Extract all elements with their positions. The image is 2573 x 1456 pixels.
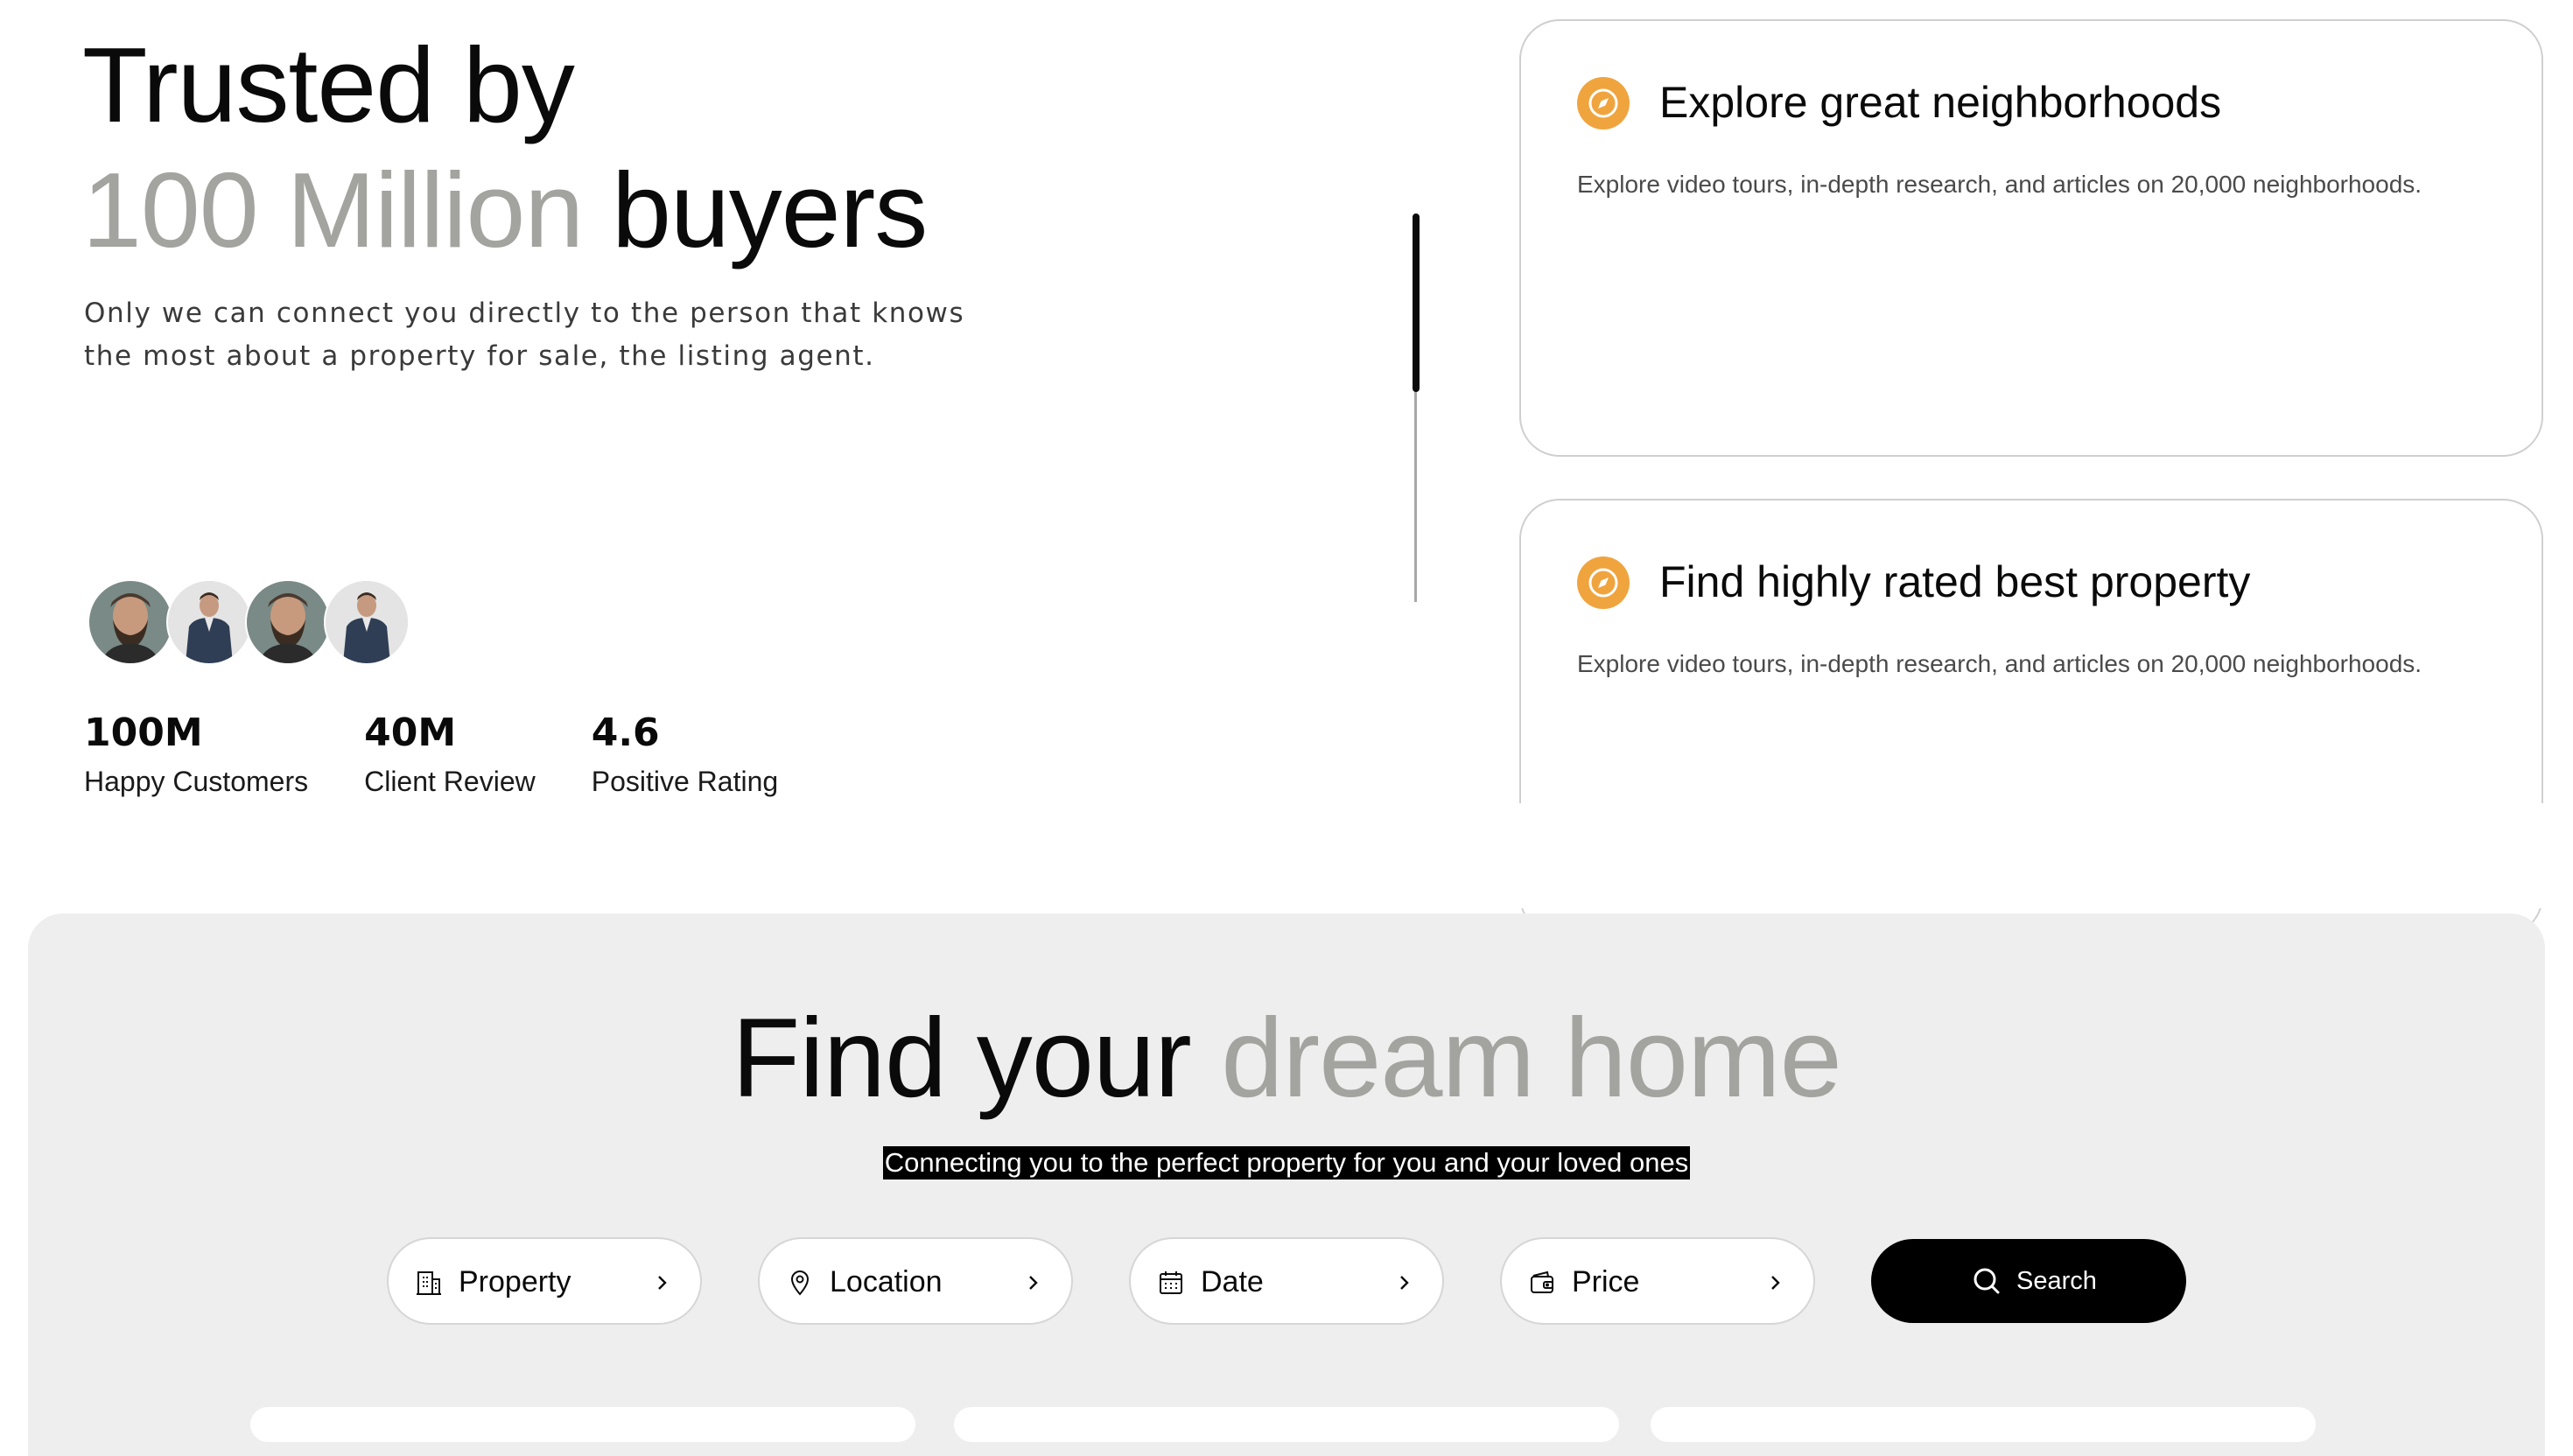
- chevron-right-icon: [1022, 1272, 1043, 1293]
- hero-title-highlight: 100 Million: [82, 150, 584, 270]
- property-filter[interactable]: Property: [387, 1237, 702, 1325]
- stat-value: 4.6: [591, 710, 660, 755]
- filter-label: Location: [830, 1265, 943, 1298]
- listing-card-peek: [954, 1407, 1619, 1442]
- avatar: [245, 579, 331, 665]
- stat-positive-rating: 4.6 Positive Rating: [592, 709, 778, 802]
- location-filter[interactable]: Location: [758, 1237, 1073, 1325]
- search-title-highlight: dream home: [1221, 996, 1842, 1121]
- feature-title: Find highly rated best property: [1659, 557, 2251, 606]
- price-filter[interactable]: Price: [1500, 1237, 1815, 1325]
- filter-label: Date: [1201, 1265, 1264, 1298]
- date-filter[interactable]: Date: [1129, 1237, 1444, 1325]
- search-subtitle: Connecting you to the perfect property f…: [882, 1146, 1691, 1180]
- search-icon: [1969, 1264, 2004, 1298]
- hero-title-line1: Trusted by: [82, 25, 575, 144]
- feature-text: Explore video tours, in-depth research, …: [1577, 650, 2422, 677]
- stat-value: 100M: [84, 710, 203, 755]
- search-button[interactable]: Search: [1871, 1239, 2186, 1323]
- listing-card-peek: [250, 1407, 915, 1442]
- stat-label: Positive Rating: [591, 766, 779, 797]
- map-pin-icon: [786, 1269, 814, 1297]
- hero-title: Trusted by 100 Million buyers: [82, 23, 928, 273]
- feature-text: Explore video tours, in-depth research, …: [1577, 171, 2422, 198]
- stat-label: Client Review: [364, 766, 536, 797]
- search-subtitle-wrap: Connecting you to the perfect property f…: [0, 1146, 2573, 1180]
- stat-label: Happy Customers: [84, 766, 309, 797]
- hero-subtitle: Only we can connect you directly to the …: [84, 298, 965, 372]
- chevron-right-icon: [1764, 1272, 1785, 1293]
- feature-scroll-thumb[interactable]: [1413, 214, 1420, 392]
- chevron-right-icon: [1393, 1272, 1414, 1293]
- stat-client-review: 40M Client Review: [364, 709, 536, 802]
- hero-title-end: buyers: [612, 150, 928, 270]
- compass-icon: [1577, 556, 1630, 609]
- avatar: [88, 579, 173, 665]
- avatar: [324, 579, 410, 665]
- building-icon: [415, 1269, 443, 1297]
- search-title-start: Find your: [732, 996, 1192, 1121]
- feature-title: Explore great neighborhoods: [1659, 78, 2222, 127]
- stats: 100M Happy Customers 40M Client Review 4…: [84, 709, 834, 802]
- avatar: [166, 579, 252, 665]
- search-title: Find your dream home: [0, 989, 2573, 1129]
- stat-happy-customers: 100M Happy Customers: [84, 709, 308, 802]
- feature-list-clip: [1488, 803, 2573, 908]
- listing-card-peek: [1651, 1407, 2316, 1442]
- wallet-icon: [1528, 1269, 1556, 1297]
- filter-label: Price: [1572, 1265, 1640, 1298]
- feature-card: Explore great neighborhoods Explore vide…: [1519, 19, 2543, 457]
- filter-label: Property: [459, 1265, 571, 1298]
- chevron-right-icon: [651, 1272, 672, 1293]
- stat-value: 40M: [364, 710, 457, 755]
- search-button-label: Search: [2016, 1267, 2097, 1295]
- compass-icon: [1577, 77, 1630, 130]
- calendar-icon: [1157, 1269, 1185, 1297]
- customer-avatars: [88, 579, 410, 665]
